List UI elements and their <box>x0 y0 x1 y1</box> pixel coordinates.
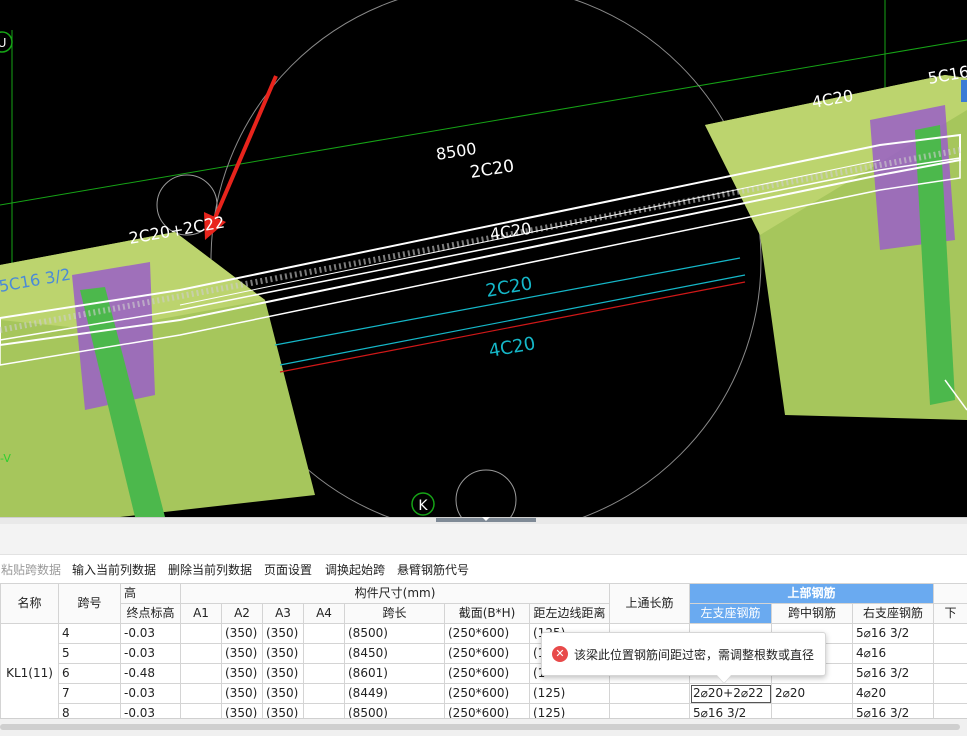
cell-mid-rebar[interactable]: 2⌀20 <box>772 684 853 704</box>
red-annotation-arrow <box>212 76 276 225</box>
cad-3d-viewport[interactable]: K U 8500 2C20 2C20+2C22 4C20 4C20 5C16 5… <box>0 0 967 517</box>
cyan-bottom-text: 4C20 <box>487 333 537 362</box>
cell-next[interactable] <box>934 644 967 664</box>
cell-a3[interactable]: (350) <box>263 644 304 664</box>
cell-a3[interactable]: (350) <box>263 624 304 644</box>
cell-right-support[interactable]: 5⌀16 3/2 <box>853 624 934 644</box>
col-header-next-group <box>934 584 967 604</box>
cell-a2[interactable]: (350) <box>222 684 263 704</box>
tooltip-message: 该梁此位置钢筋间距过密，需调整根数或直径 <box>574 646 814 663</box>
cell-span[interactable]: 4 <box>59 624 121 644</box>
col-header-top-rebar: 上部钢筋 <box>690 584 934 604</box>
cell-a3[interactable]: (350) <box>263 684 304 704</box>
cell-section[interactable]: (250*600) <box>445 644 530 664</box>
cell-top-through[interactable] <box>610 684 690 704</box>
snap-circle <box>456 470 516 517</box>
col-header-a2: A2 <box>222 604 263 624</box>
cell-span-length[interactable]: (8500) <box>345 624 445 644</box>
cell-span[interactable]: 7 <box>59 684 121 704</box>
error-icon: ✕ <box>552 646 568 662</box>
cell-section[interactable]: (250*600) <box>445 664 530 684</box>
cell-a2[interactable]: (350) <box>222 644 263 664</box>
adjust-start-span-button[interactable]: 调换起始跨 <box>325 561 385 578</box>
beam-name-cell[interactable]: KL1(11) <box>1 624 59 724</box>
cell-a3[interactable]: (350) <box>263 664 304 684</box>
cell-section[interactable]: (250*600) <box>445 624 530 644</box>
cell-a2[interactable]: (350) <box>222 624 263 644</box>
col-header-top-through: 上通长筋 <box>610 584 690 624</box>
col-header-end-elev: 终点标高 <box>121 604 181 624</box>
cell-a2[interactable]: (350) <box>222 664 263 684</box>
delete-column-button[interactable]: 删除当前列数据 <box>168 561 252 578</box>
paste-span-button[interactable]: 粘贴跨数据 <box>1 561 61 578</box>
panel-splitter[interactable] <box>0 517 967 524</box>
col-header-a4: A4 <box>304 604 345 624</box>
axis-label-k: K <box>418 498 428 514</box>
cell-a1[interactable] <box>181 684 222 704</box>
cantilever-code-button[interactable]: 悬臂钢筋代号 <box>397 561 469 578</box>
dim-span-text: 8500 <box>435 139 478 164</box>
input-column-button[interactable]: 输入当前列数据 <box>72 561 156 578</box>
tooltip-tail <box>717 675 731 683</box>
col-header-name: 名称 <box>1 584 59 624</box>
col-header-left-support: 左支座钢筋 <box>690 604 772 624</box>
cell-a1[interactable] <box>181 664 222 684</box>
cell-a4[interactable] <box>304 624 345 644</box>
cell-right-support[interactable]: 4⌀20 <box>853 684 934 704</box>
col-header-section: 截面(B*H) <box>445 604 530 624</box>
error-tooltip: ✕ 该梁此位置钢筋间距过密，需调整根数或直径 <box>541 632 826 676</box>
cell-a4[interactable] <box>304 644 345 664</box>
col-header-next: 下 <box>934 604 967 624</box>
col-header-a3: A3 <box>263 604 304 624</box>
cell-right-support[interactable]: 4⌀16 <box>853 644 934 664</box>
cell-section[interactable]: (250*600) <box>445 684 530 704</box>
col-header-mid-rebar: 跨中钢筋 <box>772 604 853 624</box>
col-header-a1: A1 <box>181 604 222 624</box>
axis-label-u: U <box>0 36 6 50</box>
col-header-span: 跨号 <box>59 584 121 624</box>
cell-span[interactable]: 5 <box>59 644 121 664</box>
cell-next[interactable] <box>934 664 967 684</box>
chevron-down-icon[interactable] <box>482 517 490 521</box>
cell-a1[interactable] <box>181 624 222 644</box>
right-edge-marker <box>961 80 967 102</box>
cell-a4[interactable] <box>304 664 345 684</box>
small-mark-text: -V <box>0 452 11 465</box>
cell-next[interactable] <box>934 624 967 644</box>
panel-header-area <box>0 524 967 555</box>
scrollbar-thumb[interactable] <box>0 724 960 730</box>
cell-end-elev[interactable]: -0.48 <box>121 664 181 684</box>
cell-span-length[interactable]: (8601) <box>345 664 445 684</box>
cell-dist-left[interactable]: (125) <box>530 684 610 704</box>
page-setup-button[interactable]: 页面设置 <box>264 561 312 578</box>
cell-span[interactable]: 6 <box>59 664 121 684</box>
horizontal-scrollbar[interactable] <box>0 718 967 736</box>
table-row[interactable]: 7 -0.03 (350) (350) (8449) (250*600) (12… <box>1 684 967 704</box>
cell-span-length[interactable]: (8450) <box>345 644 445 664</box>
beam-3d-scene[interactable]: K U 8500 2C20 2C20+2C22 4C20 4C20 5C16 5… <box>0 0 967 517</box>
col-header-right-support: 右支座钢筋 <box>853 604 934 624</box>
cell-end-elev[interactable]: -0.03 <box>121 624 181 644</box>
cell-a1[interactable] <box>181 644 222 664</box>
cell-left-support-editing[interactable]: 2⌀20+2⌀22 <box>690 684 772 704</box>
col-header-elev: 高 <box>121 584 181 604</box>
cell-next[interactable] <box>934 684 967 704</box>
col-header-member-size: 构件尺寸(mm) <box>181 584 610 604</box>
cell-right-support[interactable]: 5⌀16 3/2 <box>853 664 934 684</box>
col-header-span-length: 跨长 <box>345 604 445 624</box>
cell-end-elev[interactable]: -0.03 <box>121 644 181 664</box>
top-rebar-text: 2C20 <box>469 156 516 183</box>
col-header-dist-left: 距左边线距离 <box>530 604 610 624</box>
cell-a4[interactable] <box>304 684 345 704</box>
cell-end-elev[interactable]: -0.03 <box>121 684 181 704</box>
grid-toolbar: 粘贴跨数据 输入当前列数据 删除当前列数据 页面设置 调换起始跨 悬臂钢筋代号 <box>0 555 967 582</box>
cell-span-length[interactable]: (8449) <box>345 684 445 704</box>
